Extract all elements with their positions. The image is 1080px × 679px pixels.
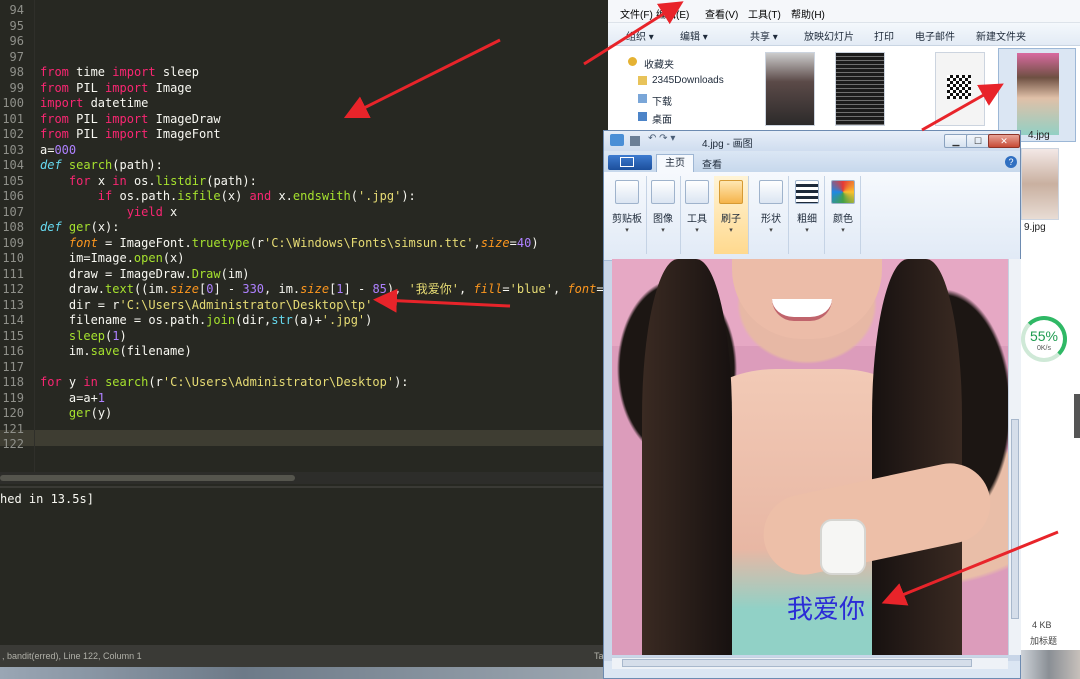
arrow (583, 1, 684, 66)
annotation-arrows (343, 1, 1059, 606)
arrow (343, 38, 501, 119)
arrow (921, 83, 1004, 132)
arrow (373, 288, 511, 313)
arrow (881, 530, 1059, 606)
